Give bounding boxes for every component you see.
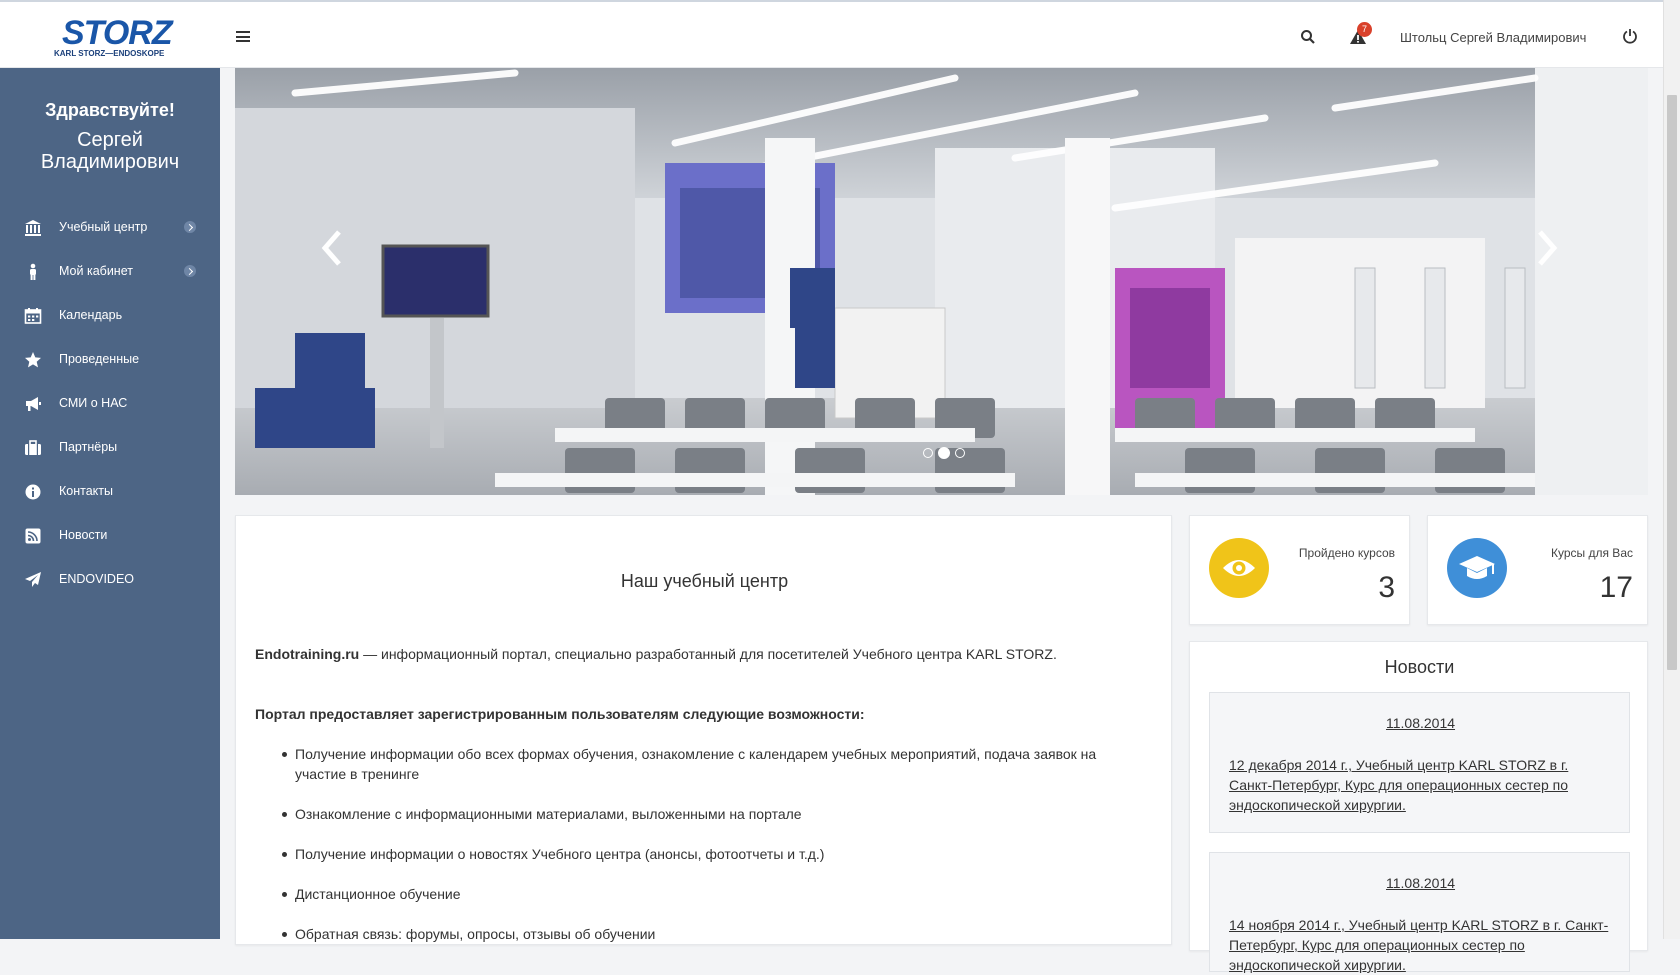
power-icon[interactable] [1622,28,1638,44]
news-text-link[interactable]: 12 декабря 2014 г., Учебный центр KARL S… [1229,755,1609,815]
greeting-text: Здравствуйте! [45,100,175,120]
logo-text: STORZ [62,14,173,52]
star-icon [25,352,41,368]
stat-badge-yellow [1209,538,1269,598]
portal-name: Endotraining.ru [255,646,360,662]
search-icon[interactable] [1300,29,1316,45]
bank-icon [25,220,41,236]
logo-subtext: KARL STORZ—ENDOSKOPE [54,49,165,58]
paper-plane-icon [25,572,41,587]
carousel-next-icon[interactable] [1532,228,1562,268]
sidebar-item-label: ENDOVIDEO [59,572,135,586]
stat-value: 3 [1378,571,1395,604]
news-card: Новости 11.08.2014 12 декабря 2014 г., У… [1189,641,1648,973]
rss-icon [25,528,41,544]
about-lead: Портал предоставляет зарегистрированным … [255,706,865,722]
sidebar-item-news[interactable]: Новости [0,514,220,558]
news-item: 11.08.2014 12 декабря 2014 г., Учебный ц… [1209,692,1630,833]
sidebar: Здравствуйте! Сергей Владимирович Учебны… [0,68,220,939]
classroom-photo [235,68,1648,495]
courses-for-you-card[interactable]: Курсы для Вас 17 [1427,515,1648,625]
carousel-dot[interactable] [923,448,933,458]
intro-text: — информационный портал, специально разр… [359,646,1057,662]
list-item: Дистанционное обучение [282,884,1125,904]
sidebar-item-label: Учебный центр [59,220,148,234]
sidebar-item-label: Новости [59,528,108,542]
about-title: Наш учебный центр [620,571,789,591]
sidebar-item-endovideo[interactable]: ENDOVIDEO [0,558,220,602]
greeting-name: Сергей Владимирович [40,129,180,173]
sidebar-item-label: Календарь [59,308,123,322]
carousel-prev-icon[interactable] [317,228,347,268]
list-item: Обратная связь: форумы, опросы, отзывы о… [282,924,1125,944]
stat-label: Пройдено курсов [1298,546,1395,560]
list-item: Получение информации о новостях Учебного… [282,844,1125,864]
person-icon [30,263,36,280]
news-title: Новости [1384,657,1455,677]
list-item: Получение информации обо всех формах обу… [282,744,1125,784]
info-icon [25,484,41,500]
sidebar-item-label: СМИ о НАС [59,396,128,410]
sidebar-item-label: Контакты [59,484,113,498]
sidebar-nav: Учебный центр Мой кабинет Календарь Пров… [0,206,220,602]
about-card: Наш учебный центр Endotraining.ru — инфо… [235,515,1172,945]
greeting-block: Здравствуйте! Сергей Владимирович [0,100,220,173]
news-date-link[interactable]: 11.08.2014 [1210,875,1631,891]
stat-badge-blue [1447,538,1507,598]
graduation-cap-icon [1459,556,1495,579]
sidebar-item-label: Проведенные [59,352,140,366]
briefcase-icon [25,440,41,455]
sidebar-item-label: Мой кабинет [59,264,133,278]
user-name-link[interactable]: Штольц Сергей Владимирович [1400,30,1586,45]
chevron-right-icon [184,265,196,277]
features-list: Получение информации обо всех формах обу… [282,744,1125,964]
news-item: 11.08.2014 14 ноября 2014 г., Учебный це… [1209,852,1631,975]
carousel-dot[interactable] [955,448,965,458]
sidebar-item-training-center[interactable]: Учебный центр [0,206,220,250]
image-carousel[interactable] [235,68,1648,495]
list-item: Ознакомление с информационными материала… [282,804,1125,824]
news-text-link[interactable]: 14 ноября 2014 г., Учебный центр KARL ST… [1229,915,1609,975]
menu-toggle-icon[interactable] [236,31,250,42]
sidebar-item-label: Партнёры [59,440,118,454]
chevron-right-icon [184,221,196,233]
sidebar-item-partners[interactable]: Партнёры [0,426,220,470]
page-scrollbar[interactable] [1663,0,1680,939]
alert-count-badge: 7 [1357,22,1372,37]
top-bar: STORZ KARL STORZ—ENDOSKOPE 7 Штольц Серг… [0,0,1663,68]
carousel-indicators [923,447,965,459]
storz-logo[interactable]: STORZ KARL STORZ—ENDOSKOPE [52,14,176,60]
carousel-dot-active[interactable] [938,447,950,459]
completed-courses-card[interactable]: Пройдено курсов 3 [1189,515,1410,625]
megaphone-icon [26,397,41,411]
sidebar-item-calendar[interactable]: Календарь [0,294,220,338]
stat-label: Курсы для Вас [1550,546,1633,560]
sidebar-item-contacts[interactable]: Контакты [0,470,220,514]
stat-value: 17 [1599,571,1633,604]
sidebar-item-my-cabinet[interactable]: Мой кабинет [0,250,220,294]
scrollbar-thumb[interactable] [1667,95,1677,670]
calendar-icon [24,308,42,324]
sidebar-item-media[interactable]: СМИ о НАС [0,382,220,426]
about-intro: Endotraining.ru — информационный портал,… [255,646,1057,662]
sidebar-item-completed[interactable]: Проведенные [0,338,220,382]
eye-icon [1223,560,1255,576]
news-date-link[interactable]: 11.08.2014 [1210,715,1631,731]
